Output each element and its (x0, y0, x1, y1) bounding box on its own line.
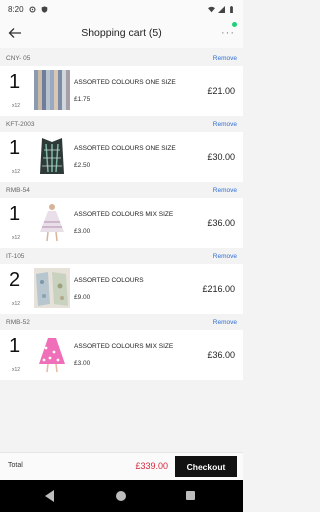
product-image (34, 268, 70, 308)
page-title: Shopping cart (5) (81, 27, 162, 39)
cart-group-header: KFT-2003 Remove (0, 116, 243, 132)
product-image (34, 202, 70, 242)
product-image (34, 70, 70, 110)
back-arrow-icon[interactable] (6, 24, 24, 42)
nav-recents-icon[interactable] (186, 491, 195, 500)
product-image (34, 334, 70, 374)
remove-button[interactable]: Remove (213, 253, 237, 260)
remove-button[interactable]: Remove (213, 55, 237, 62)
product-image (34, 136, 70, 176)
cart-group-header: IT-105 Remove (0, 248, 243, 264)
item-multiplier: x12 (12, 301, 21, 307)
system-nav-bar (0, 480, 243, 512)
item-unit-price: £9.00 (74, 294, 91, 301)
status-time: 8:20 (8, 4, 24, 14)
item-unit-price: £3.00 (74, 360, 91, 367)
item-name: ASSORTED COLOURS ONE SIZE (74, 79, 176, 86)
total-label: Total (8, 462, 23, 469)
item-sku: CNY- 05 (6, 54, 31, 62)
item-quantity[interactable]: 1 (9, 203, 20, 226)
item-unit-price: £1.75 (74, 96, 91, 103)
remove-button[interactable]: Remove (213, 187, 237, 194)
item-multiplier: x12 (12, 367, 21, 373)
item-multiplier: x12 (12, 169, 21, 175)
cart-item[interactable]: 1 x12 ASSORTED COLOURS MIX SIZE £3.00 £3… (0, 330, 243, 380)
item-quantity[interactable]: 1 (9, 335, 20, 358)
item-sku: RMB-54 (6, 186, 30, 194)
item-line-total: £21.00 (207, 86, 235, 96)
cart-list: CNY- 05 Remove 1 x12 ASSORTED COLOURS ON… (0, 50, 243, 380)
battery-icon (230, 5, 233, 13)
item-line-total: £30.00 (207, 152, 235, 162)
item-sku: KFT-2003 (6, 120, 35, 128)
status-bar: 8:20 (0, 0, 243, 18)
nav-home-icon[interactable] (116, 491, 126, 501)
app-header: Shopping cart (5) ··· (0, 18, 243, 48)
signal-icon (218, 5, 225, 13)
shield-icon (41, 5, 47, 13)
nav-back-icon[interactable] (45, 490, 55, 502)
notification-dot (232, 22, 237, 27)
item-name: ASSORTED COLOURS ONE SIZE (74, 145, 176, 152)
wifi-icon (208, 6, 215, 12)
cart-item[interactable]: 1 x12 ASSORTED COLOURS ONE SIZE £2.50 £3… (0, 132, 243, 182)
item-unit-price: £3.00 (74, 228, 91, 235)
item-line-total: £216.00 (202, 284, 235, 294)
total-value: £339.00 (135, 461, 168, 471)
item-quantity[interactable]: 1 (9, 137, 20, 160)
item-name: ASSORTED COLOURS MIX SIZE (74, 343, 174, 350)
cart-group-header: RMB-54 Remove (0, 182, 243, 198)
checkout-button[interactable]: Checkout (175, 456, 237, 477)
item-name: ASSORTED COLOURS (74, 277, 144, 284)
cart-item[interactable]: 1 x12 ASSORTED COLOURS ONE SIZE £1.75 £2… (0, 66, 243, 116)
more-options-icon[interactable]: ··· (221, 28, 235, 39)
item-multiplier: x12 (12, 103, 21, 109)
item-unit-price: £2.50 (74, 162, 91, 169)
item-quantity[interactable]: 2 (9, 269, 20, 292)
remove-button[interactable]: Remove (213, 121, 237, 128)
cart-group-header: CNY- 05 Remove (0, 50, 243, 66)
item-line-total: £36.00 (207, 218, 235, 228)
settings-gear-icon (29, 5, 36, 13)
cart-group-header: RMB-52 Remove (0, 314, 243, 330)
item-multiplier: x12 (12, 235, 21, 241)
cart-item[interactable]: 2 x12 ASSORTED COLOURS £9.00 £216.00 (0, 264, 243, 314)
remove-button[interactable]: Remove (213, 319, 237, 326)
cart-item[interactable]: 1 x12 ASSORTED COLOURS MIX SIZE £3.00 £3… (0, 198, 243, 248)
cart-footer: Total £339.00 Checkout (0, 452, 243, 480)
item-line-total: £36.00 (207, 350, 235, 360)
item-quantity[interactable]: 1 (9, 71, 20, 94)
item-sku: IT-105 (6, 252, 25, 260)
item-name: ASSORTED COLOURS MIX SIZE (74, 211, 174, 218)
item-sku: RMB-52 (6, 318, 30, 326)
